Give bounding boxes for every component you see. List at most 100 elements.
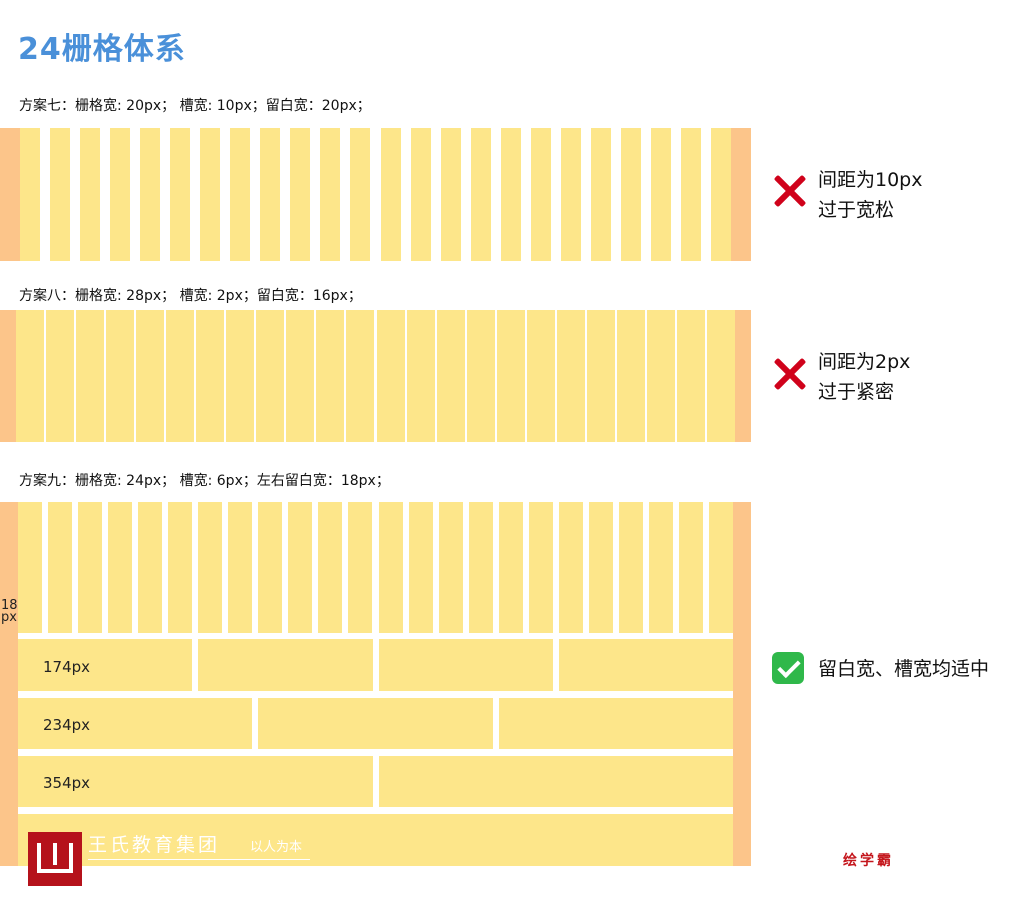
scheme9-note: 留白宽、槽宽均适中 [818, 658, 990, 680]
grid-column [256, 310, 285, 442]
scheme7-caption: 方案七：栅格宽: 20px； 槽宽: 10px；留白宽：20px； [19, 98, 371, 114]
scheme7-grid [0, 128, 751, 261]
grid-column [318, 502, 343, 633]
scheme8-note-line1: 间距为2px [818, 351, 911, 373]
scheme8-note-line2: 过于紧密 [818, 381, 895, 403]
grid-block [258, 698, 493, 749]
grid-column [616, 310, 645, 442]
check-icon [772, 652, 804, 684]
left-margin [0, 502, 18, 866]
brand-underline [88, 859, 310, 860]
grid-column [136, 310, 165, 442]
grid-column [76, 310, 105, 442]
grid-column [466, 310, 495, 442]
grid-column [346, 310, 375, 442]
grid-column [258, 502, 283, 633]
block-label-174: 174px [43, 658, 91, 676]
grid-column [588, 502, 613, 633]
grid-column [590, 128, 611, 261]
right-margin [735, 310, 751, 442]
grid-column [46, 310, 75, 442]
grid-column [18, 502, 43, 633]
grid-column [378, 502, 403, 633]
grid-column [260, 128, 281, 261]
grid-column [288, 502, 313, 633]
grid-block [558, 639, 733, 691]
grid-column [708, 502, 733, 633]
grid-column [170, 128, 191, 261]
grid-column [558, 502, 583, 633]
grid-column [470, 128, 491, 261]
right-margin [731, 128, 751, 261]
brand-name: 王氏教育集团 [88, 834, 221, 856]
scheme7-note-line2: 过于宽松 [818, 199, 895, 221]
right-margin [733, 502, 751, 866]
grid-column [50, 128, 71, 261]
watermark: 绘学霸 [843, 853, 894, 869]
grid-column [290, 128, 311, 261]
left-margin [0, 310, 16, 442]
grid-column [648, 502, 673, 633]
grid-column [680, 128, 701, 261]
grid-column [196, 310, 225, 442]
grid-column [230, 128, 251, 261]
grid-column [226, 310, 255, 442]
grid-column [586, 310, 615, 442]
grid-column [436, 310, 465, 442]
grid-column [200, 128, 221, 261]
grid-column [646, 310, 675, 442]
grid-column [20, 128, 41, 261]
grid-column [468, 502, 493, 633]
grid-block [498, 698, 733, 749]
grid-column [198, 502, 223, 633]
scheme7-note-line1: 间距为10px [818, 169, 923, 191]
grid-column [78, 502, 103, 633]
cross-icon [772, 357, 806, 391]
grid-column [438, 502, 463, 633]
grid-column [286, 310, 315, 442]
scheme9-caption: 方案九：栅格宽: 24px； 槽宽: 6px；左右留白宽：18px； [19, 473, 390, 489]
grid-column [408, 502, 433, 633]
grid-column [706, 310, 735, 442]
grid-block [198, 639, 373, 691]
grid-column [440, 128, 461, 261]
grid-column [380, 128, 401, 261]
grid-column [348, 502, 373, 633]
grid-column [350, 128, 371, 261]
grid-column [140, 128, 161, 261]
grid-column [618, 502, 643, 633]
grid-column [108, 502, 133, 633]
grid-column [106, 310, 135, 442]
grid-column [320, 128, 341, 261]
grid-block [378, 756, 733, 807]
margin-width-label: 18 px [1, 599, 18, 625]
grid-column [166, 310, 195, 442]
scheme8-note: 间距为2px 过于紧密 [818, 347, 910, 407]
grid-column [168, 502, 193, 633]
grid-block [378, 639, 553, 691]
scheme9-grid [0, 502, 751, 866]
margin-width-unit: px [1, 610, 17, 625]
grid-column [110, 128, 131, 261]
block-label-234: 234px [43, 716, 91, 734]
left-margin [0, 128, 20, 261]
grid-column [650, 128, 671, 261]
grid-column [228, 502, 253, 633]
grid-column [376, 310, 405, 442]
grid-column [620, 128, 641, 261]
scheme7-note: 间距为10px 过于宽松 [818, 165, 922, 225]
block-label-354: 354px [43, 774, 91, 792]
grid-column [526, 310, 555, 442]
grid-column [556, 310, 585, 442]
page-title: 24栅格体系 [18, 32, 186, 67]
scheme8-caption: 方案八：栅格宽: 28px； 槽宽: 2px；留白宽：16px； [19, 288, 362, 304]
grid-column [678, 502, 703, 633]
scheme8-grid [0, 310, 751, 442]
grid-column [676, 310, 705, 442]
grid-column [530, 128, 551, 261]
grid-column [500, 128, 521, 261]
grid-column [138, 502, 163, 633]
grid-column [410, 128, 431, 261]
grid-column [16, 310, 45, 442]
grid-column [316, 310, 345, 442]
